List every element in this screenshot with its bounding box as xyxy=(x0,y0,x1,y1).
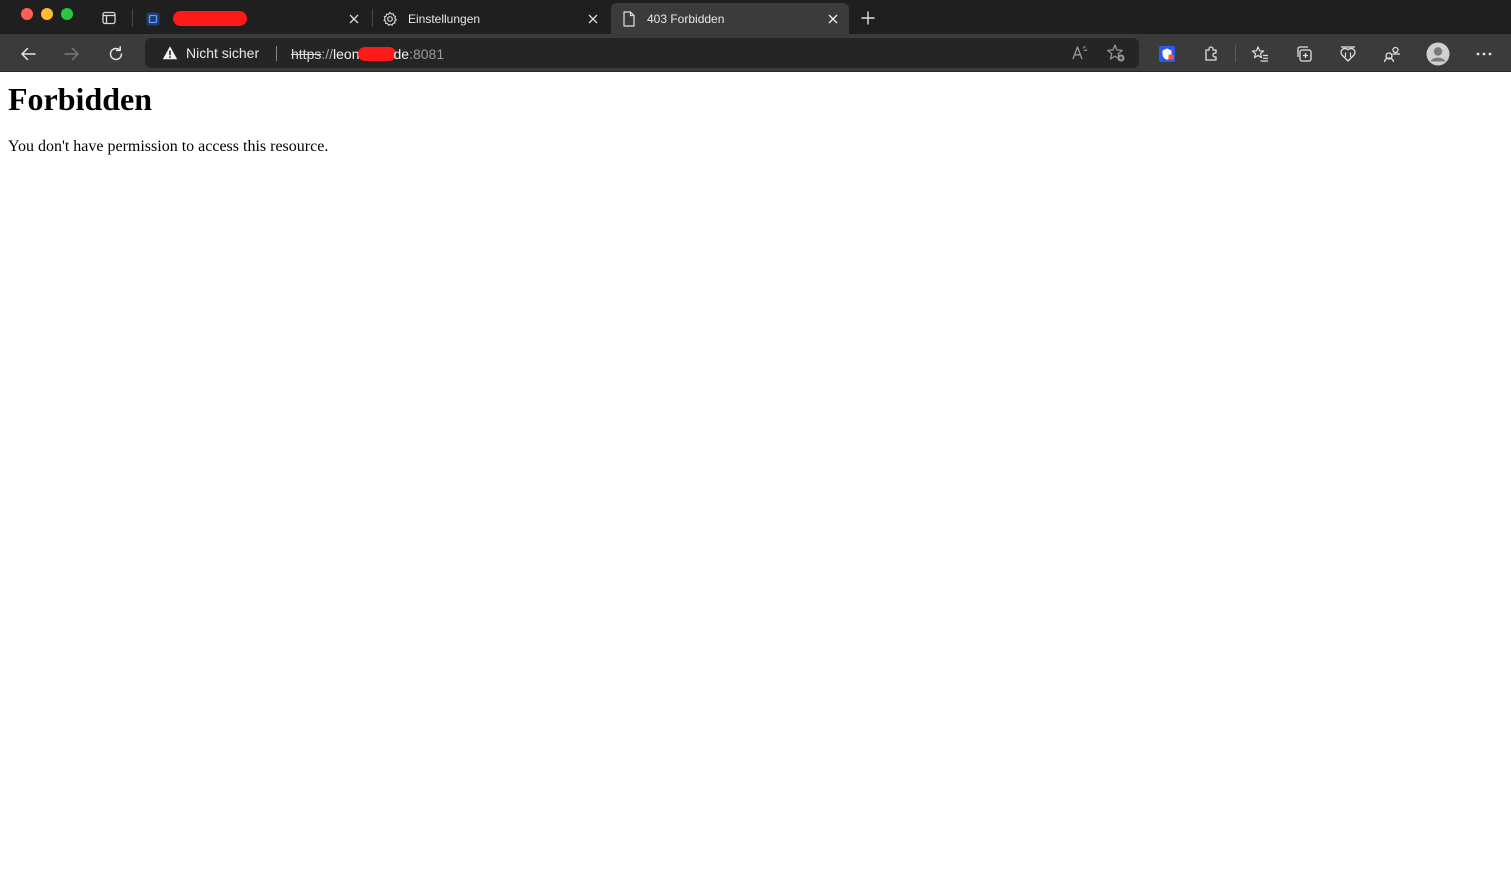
browser-essentials-button[interactable] xyxy=(1379,41,1405,67)
heart-pulse-icon xyxy=(1340,46,1356,62)
tab-actions-icon xyxy=(102,11,116,25)
tab-actions-menu-button[interactable] xyxy=(97,6,121,30)
add-favorite-button[interactable] xyxy=(1106,43,1126,63)
url-host-end: de xyxy=(393,46,410,62)
redaction-mark xyxy=(357,47,396,61)
url-host-start: leon xyxy=(333,46,360,62)
extension-button[interactable] xyxy=(1154,41,1180,67)
minimize-window-button[interactable] xyxy=(41,8,53,20)
extensions-button[interactable] xyxy=(1198,41,1224,67)
forward-button[interactable] xyxy=(59,41,85,67)
puzzle-icon xyxy=(1205,46,1217,61)
tab-title: Einstellungen xyxy=(408,11,481,26)
url-separator: :// xyxy=(321,46,334,62)
tab-403-forbidden[interactable]: 403 Forbidden xyxy=(611,3,849,34)
close-icon xyxy=(828,14,838,24)
close-icon xyxy=(588,14,598,24)
close-icon xyxy=(349,14,359,24)
tab-redacted[interactable] xyxy=(135,3,370,34)
address-bar-divider xyxy=(276,46,277,61)
page-title: Forbidden xyxy=(8,81,153,117)
arrow-left-icon xyxy=(21,47,36,61)
star-add-icon xyxy=(1107,44,1125,62)
share-people-icon xyxy=(1383,46,1400,63)
arrow-right-icon xyxy=(64,47,79,61)
close-tab-button[interactable] xyxy=(585,11,601,27)
tab-title: 403 Forbidden xyxy=(647,11,725,26)
reload-button[interactable] xyxy=(103,41,129,67)
read-aloud-icon xyxy=(1072,45,1088,60)
collections-button[interactable] xyxy=(1291,41,1317,67)
reload-icon xyxy=(109,46,123,61)
toolbar-divider xyxy=(1235,44,1236,62)
favorites-button[interactable] xyxy=(1247,41,1273,67)
avatar xyxy=(1426,42,1450,66)
error-message: You don't have permission to access this… xyxy=(8,138,329,155)
tab-einstellungen[interactable]: Einstellungen xyxy=(372,3,609,34)
more-dots-icon xyxy=(1476,52,1492,56)
close-tab-button[interactable] xyxy=(346,11,362,27)
read-aloud-button[interactable] xyxy=(1070,43,1090,63)
new-tab-button[interactable] xyxy=(856,6,880,30)
document-icon xyxy=(621,10,637,27)
settings-menu-button[interactable] xyxy=(1471,41,1497,67)
performance-button[interactable] xyxy=(1335,41,1361,67)
tab-divider xyxy=(132,9,133,27)
maximize-window-button[interactable] xyxy=(61,8,73,20)
back-button[interactable] xyxy=(15,41,41,67)
browser-toolbar: Nicht sicher https :// leon de :8081 xyxy=(0,34,1511,72)
favorites-list-icon xyxy=(1251,46,1268,62)
blue-square-app-icon xyxy=(145,11,161,27)
warning-icon[interactable] xyxy=(162,45,178,61)
url-scheme: https xyxy=(291,46,322,62)
collections-icon xyxy=(1297,46,1312,62)
address-bar[interactable]: Nicht sicher https :// leon de :8081 xyxy=(145,38,1139,68)
profile-button[interactable] xyxy=(1425,41,1451,67)
redaction-mark xyxy=(173,11,247,26)
page-content: Forbidden You don't have permission to a… xyxy=(0,73,1511,875)
gear-icon xyxy=(382,11,398,27)
tab-strip: Einstellungen 403 Forbidden xyxy=(0,0,1511,34)
close-window-button[interactable] xyxy=(21,8,33,20)
close-tab-button[interactable] xyxy=(825,11,841,27)
url-port: :8081 xyxy=(409,46,445,62)
plus-icon xyxy=(861,11,875,25)
security-status-label[interactable]: Nicht sicher xyxy=(186,45,259,61)
url-text[interactable]: https :// leon de :8081 xyxy=(291,46,444,62)
shield-extension-icon xyxy=(1159,46,1175,62)
